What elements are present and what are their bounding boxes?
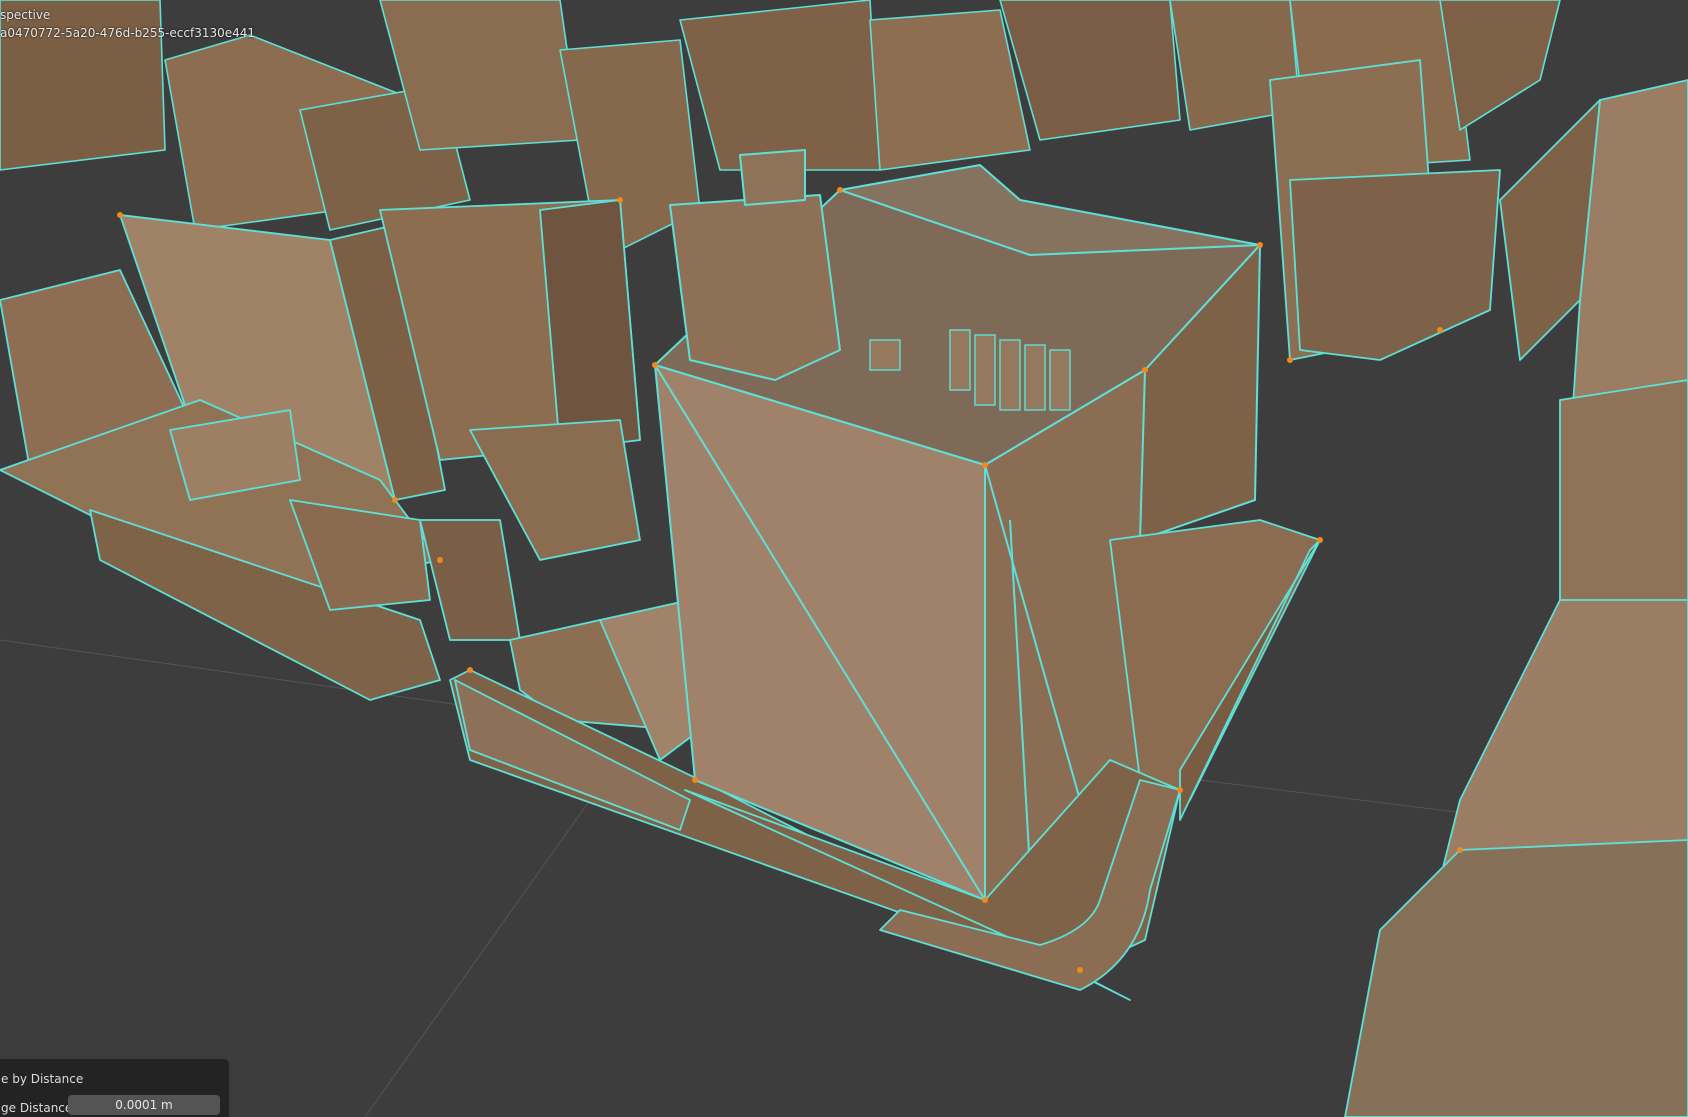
active-object-name: a0470772-5a20-476d-b255-eccf3130e441 [0, 26, 256, 40]
operator-redo-panel[interactable]: e by Distance ge Distance 0.0001 m [0, 1058, 230, 1117]
operator-title[interactable]: e by Distance [1, 1072, 83, 1086]
right-building-block [1269, 59, 1688, 1117]
view-name-label: spective [0, 8, 51, 22]
merge-distance-field[interactable]: 0.0001 m [68, 1095, 220, 1115]
merge-distance-label: ge Distance [1, 1101, 73, 1115]
3d-viewport[interactable]: spective a0470772-5a20-476d-b255-eccf313… [0, 0, 1688, 1117]
left-building-block [0, 199, 641, 701]
mesh-render [0, 0, 1688, 1117]
